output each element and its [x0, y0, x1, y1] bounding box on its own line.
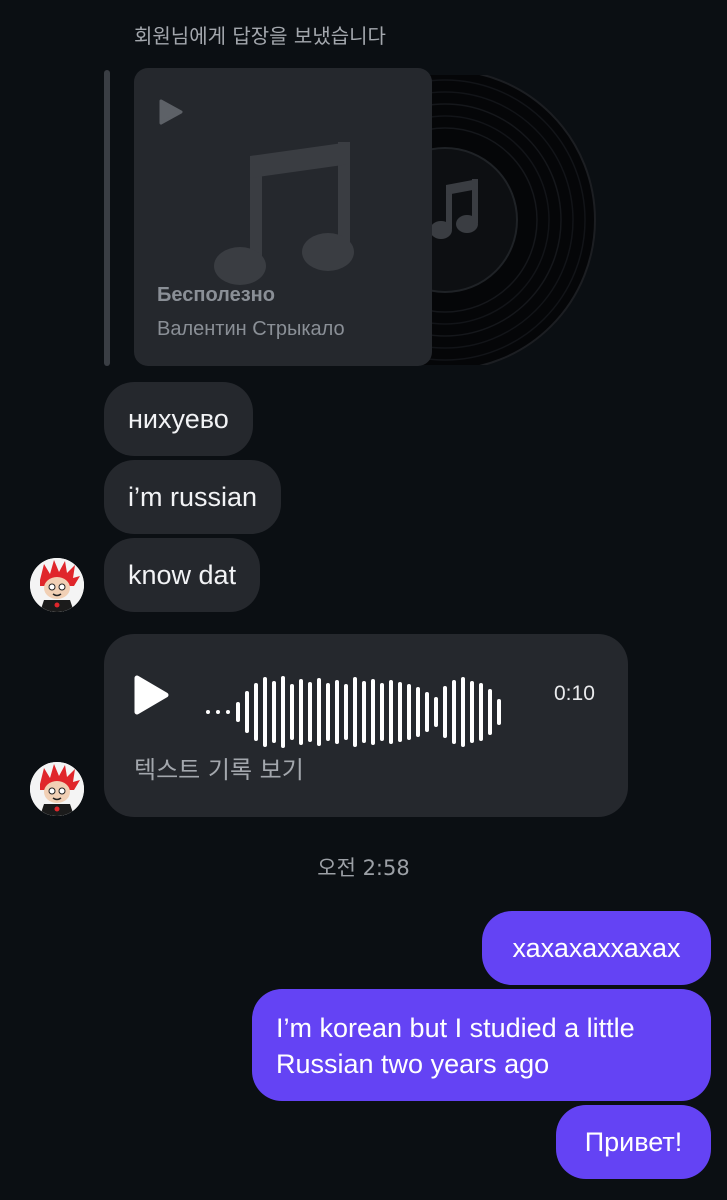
- music-note-icon: [214, 142, 354, 285]
- waveform-bar: [281, 676, 285, 748]
- voice-duration: 0:10: [554, 682, 595, 705]
- waveform-bar: [299, 679, 303, 745]
- waveform-bar: [335, 680, 339, 744]
- shared-music-card[interactable]: Бесполезно Валентин Стрыкало: [134, 68, 432, 366]
- outgoing-message-bubble[interactable]: Привет!: [556, 1105, 711, 1179]
- waveform-bar: [226, 710, 230, 714]
- waveform-bar: [272, 681, 276, 743]
- outgoing-message-bubble[interactable]: I’m korean but I studied a little Russia…: [252, 989, 711, 1101]
- play-icon[interactable]: [158, 98, 184, 126]
- timestamp: 오전 2:58: [317, 856, 410, 880]
- waveform-bar: [452, 680, 456, 744]
- waveform-bar: [416, 687, 420, 737]
- waveform-bar: [434, 697, 438, 727]
- incoming-message-bubble[interactable]: нихуево: [104, 382, 253, 456]
- waveform-bar: [344, 684, 348, 740]
- waveform-bar: [263, 677, 267, 747]
- waveform-bar: [362, 681, 366, 743]
- view-transcript-link[interactable]: 텍스트 기록 보기: [134, 750, 304, 785]
- song-artist: Валентин Стрыкало: [157, 318, 345, 340]
- waveform-bar: [398, 682, 402, 742]
- waveform-bar: [236, 702, 240, 722]
- waveform-bar: [389, 680, 393, 744]
- waveform-bar: [407, 684, 411, 740]
- waveform-bar: [317, 678, 321, 746]
- waveform-bar: [206, 710, 210, 714]
- quote-bar: [104, 70, 110, 366]
- waveform-bar: [479, 683, 483, 741]
- waveform-bar: [308, 682, 312, 742]
- waveform-bar: [470, 681, 474, 743]
- waveform-bar: [353, 677, 357, 747]
- waveform-bar: [371, 679, 375, 745]
- waveform-bar: [497, 699, 501, 725]
- waveform-bar: [461, 677, 465, 747]
- waveform-bar: [443, 686, 447, 738]
- incoming-message-bubble[interactable]: know dat: [104, 538, 261, 612]
- voice-message[interactable]: 0:10 텍스트 기록 보기: [104, 634, 628, 817]
- waveform-bar: [245, 691, 249, 733]
- waveform-bar: [326, 683, 330, 741]
- waveform-bar: [290, 684, 294, 740]
- waveform-bar: [425, 692, 429, 732]
- avatar-illustration: [30, 762, 84, 816]
- waveform-bar: [488, 689, 492, 735]
- incoming-message-bubble[interactable]: i’m russian: [104, 460, 282, 534]
- outgoing-message-bubble[interactable]: хахахаххахах: [482, 911, 711, 985]
- waveform-bar: [254, 683, 258, 741]
- play-icon[interactable]: [132, 674, 170, 716]
- sender-avatar[interactable]: [30, 558, 84, 612]
- waveform-bar: [380, 683, 384, 741]
- waveform-bar: [216, 710, 220, 714]
- reply-note: 회원님에게 답장을 보냈습니다: [134, 24, 386, 48]
- song-title: Бесполезно: [157, 284, 275, 306]
- sender-avatar[interactable]: [30, 762, 84, 816]
- avatar-illustration: [30, 558, 84, 612]
